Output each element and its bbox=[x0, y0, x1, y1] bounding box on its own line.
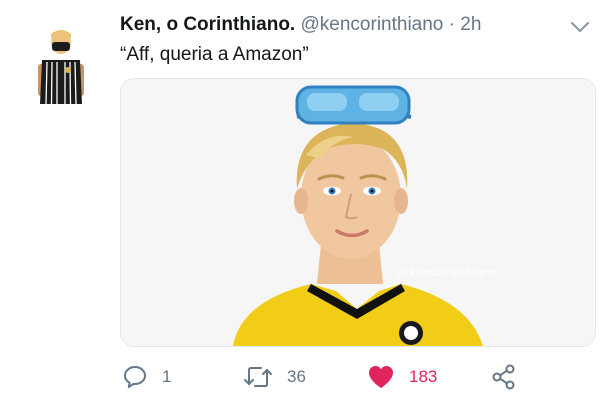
retweet-icon bbox=[244, 367, 272, 387]
share-button[interactable] bbox=[490, 357, 518, 397]
reply-icon bbox=[124, 366, 146, 388]
tweet-actions: 1 36 183 bbox=[0, 357, 614, 397]
heart-icon bbox=[369, 366, 393, 388]
tweet-media[interactable]: @kencorinthiano bbox=[120, 78, 596, 347]
image-watermark: @kencorinthiano bbox=[397, 265, 498, 279]
media-image bbox=[121, 79, 595, 346]
share-icon bbox=[492, 364, 515, 390]
avatar-image bbox=[28, 22, 94, 108]
reply-button[interactable]: 1 bbox=[122, 357, 171, 397]
like-count: 183 bbox=[409, 367, 438, 386]
retweet-button[interactable]: 36 bbox=[243, 357, 306, 397]
like-button[interactable]: 183 bbox=[367, 357, 437, 397]
chevron-down-icon[interactable] bbox=[568, 18, 592, 36]
separator-dot: · bbox=[448, 14, 455, 35]
author-handle[interactable]: @kencorinthiano bbox=[301, 14, 444, 35]
reply-count: 1 bbox=[162, 367, 172, 386]
tweet-text: “Aff, queria a Amazon” bbox=[120, 44, 309, 65]
retweet-count: 36 bbox=[287, 367, 306, 386]
tweet[interactable]: Ken, o Corinthiano. @kencorinthiano · 2h… bbox=[0, 0, 614, 407]
avatar[interactable] bbox=[28, 22, 94, 108]
tweet-timestamp[interactable]: 2h bbox=[460, 14, 481, 35]
author-name[interactable]: Ken, o Corinthiano. bbox=[120, 14, 295, 35]
tweet-header: Ken, o Corinthiano. @kencorinthiano · 2h bbox=[120, 14, 481, 36]
